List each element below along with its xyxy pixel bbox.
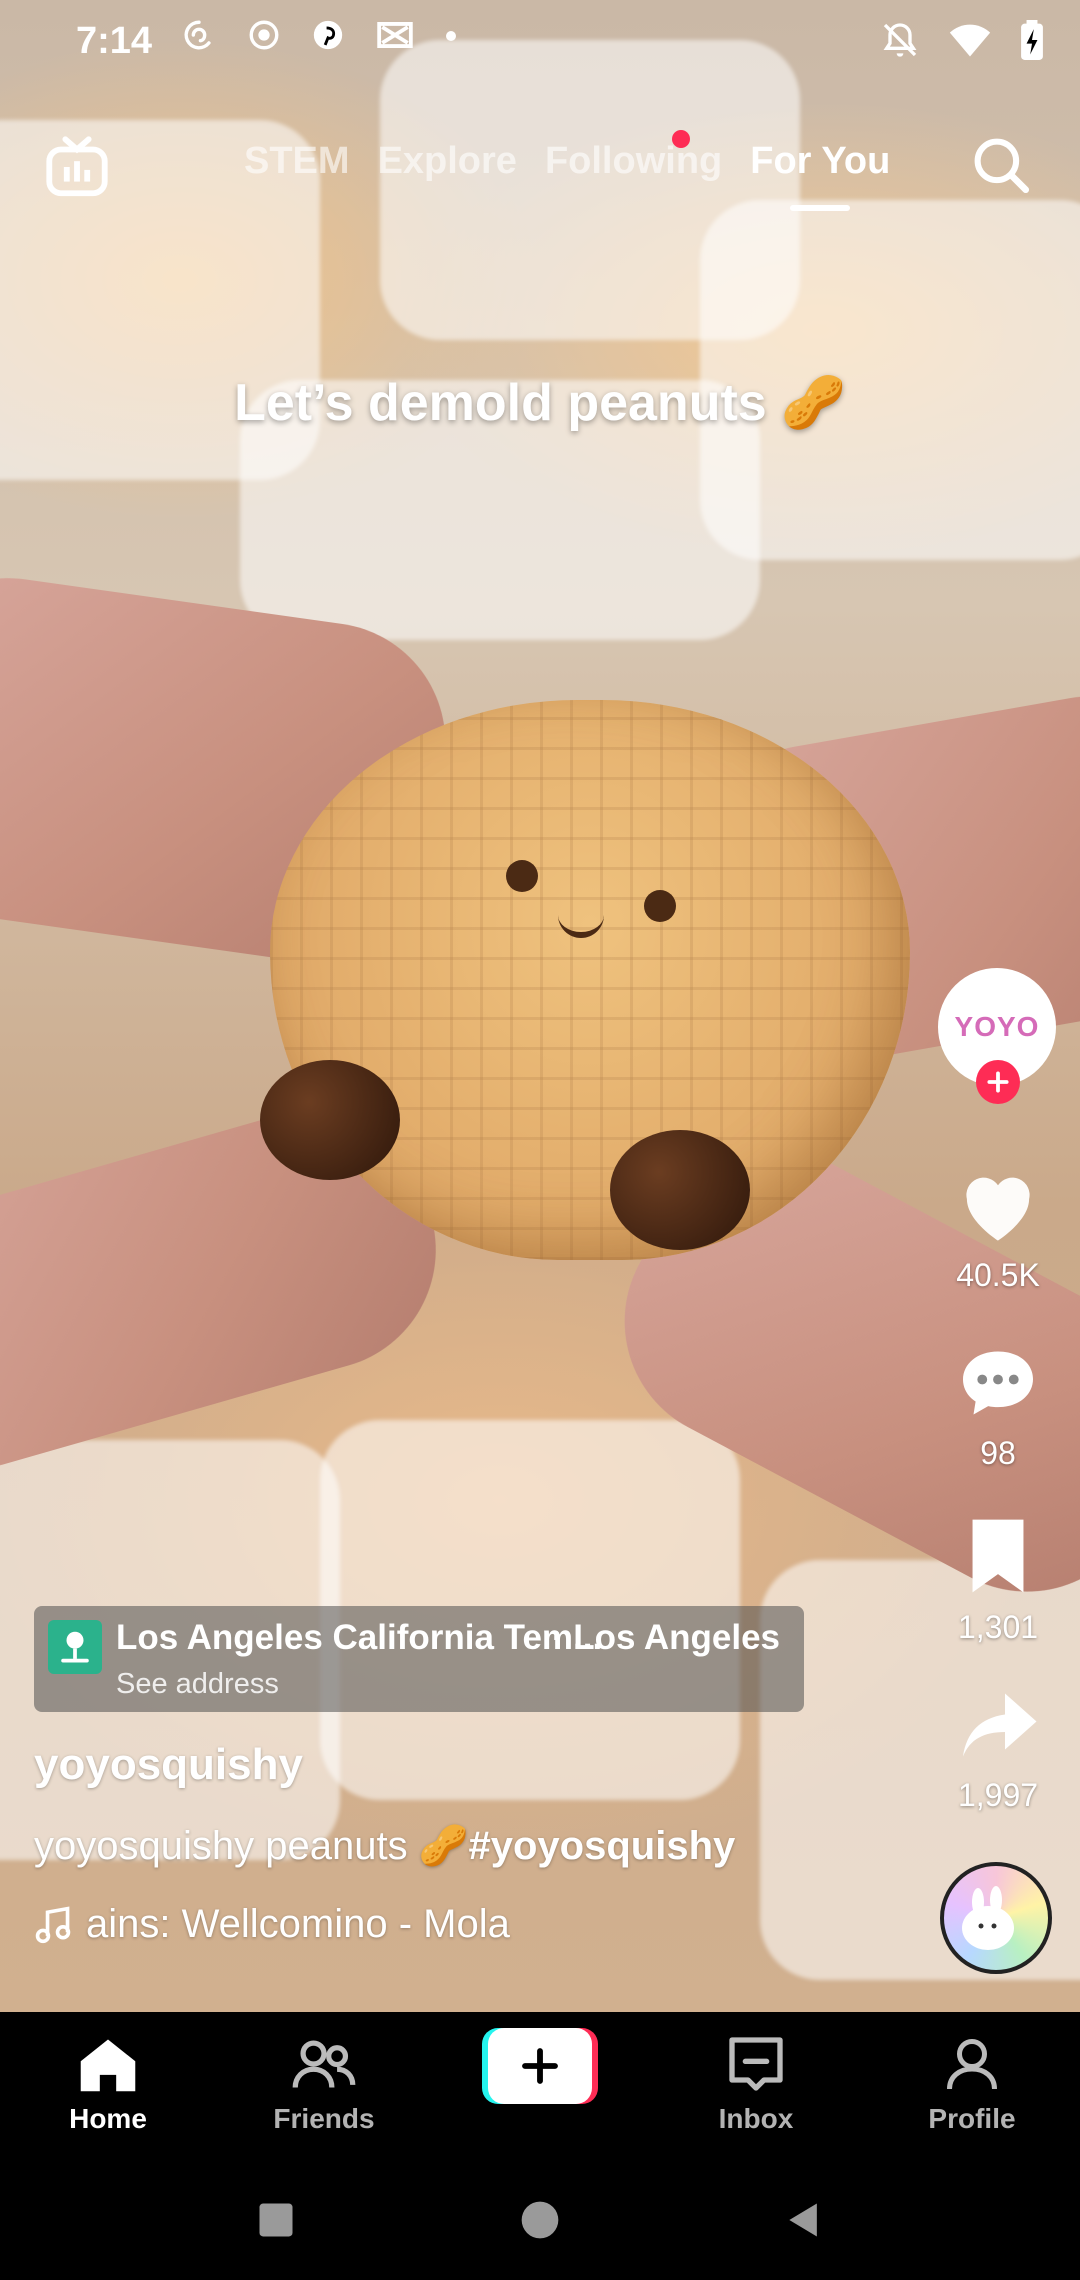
hashtag-link[interactable]: #yoyosquishy bbox=[469, 1824, 736, 1868]
do-not-disturb-icon bbox=[880, 20, 920, 65]
peanut-eye bbox=[506, 860, 538, 892]
share-button[interactable]: 1,997 bbox=[938, 1686, 1058, 1814]
threads-icon bbox=[182, 19, 247, 61]
nav-home[interactable]: Home bbox=[0, 2012, 216, 2135]
create-button[interactable] bbox=[482, 2028, 598, 2104]
create-button-face bbox=[488, 2028, 592, 2104]
record-icon bbox=[247, 19, 312, 61]
nav-profile[interactable]: Profile bbox=[864, 2012, 1080, 2135]
nav-friends[interactable]: Friends bbox=[216, 2012, 432, 2135]
recents-square-icon[interactable] bbox=[254, 2198, 298, 2242]
plus-icon bbox=[522, 2048, 558, 2084]
location-pin-icon bbox=[48, 1620, 102, 1674]
like-count: 40.5K bbox=[956, 1257, 1040, 1293]
music-disc[interactable] bbox=[940, 1862, 1052, 1974]
pinterest-icon bbox=[311, 19, 376, 61]
chocolate-piece bbox=[610, 1130, 750, 1250]
location-tag[interactable]: Los Angeles California Tem... · Los Ange… bbox=[34, 1606, 804, 1712]
location-city: · Los Angeles bbox=[551, 1618, 780, 1657]
bookmark-icon bbox=[972, 1519, 1024, 1593]
tab-following[interactable]: Following bbox=[545, 140, 722, 183]
search-button[interactable] bbox=[968, 132, 1038, 202]
back-triangle-icon[interactable] bbox=[782, 2198, 826, 2242]
status-time: 7:14 bbox=[76, 20, 153, 62]
post-description: yoyosquishy peanuts 🥜#yoyosquishy bbox=[34, 1822, 735, 1869]
top-nav: STEM Explore Following For You bbox=[0, 120, 1080, 240]
share-arrow-icon bbox=[963, 1693, 1037, 1757]
notification-icons bbox=[182, 18, 458, 62]
save-button[interactable]: 1,301 bbox=[938, 1516, 1058, 1646]
music-note-icon bbox=[35, 1905, 71, 1943]
battery-charging-icon bbox=[1020, 20, 1044, 65]
nav-home-label: Home bbox=[69, 2103, 147, 2134]
feed-tabs: STEM Explore Following For You bbox=[244, 140, 890, 211]
tab-stem[interactable]: STEM bbox=[244, 140, 350, 183]
search-icon bbox=[974, 138, 1030, 194]
bottom-nav: Home Friends Inbox Profile bbox=[0, 2012, 1080, 2160]
nav-profile-label: Profile bbox=[928, 2103, 1016, 2134]
wifi-icon bbox=[948, 20, 992, 65]
comment-button[interactable]: 98 bbox=[938, 1344, 1058, 1472]
plus-icon bbox=[987, 1071, 1009, 1093]
peanut-squishy bbox=[260, 700, 910, 1260]
music-title: ains: Wellcomino - Mola bbox=[86, 1902, 510, 1946]
system-icons bbox=[880, 20, 1044, 65]
bunny-avatar-icon bbox=[962, 1886, 1014, 1950]
friends-icon bbox=[292, 2040, 356, 2088]
share-count: 1,997 bbox=[957, 1777, 1039, 1813]
tab-explore[interactable]: Explore bbox=[378, 140, 517, 183]
following-notification-dot bbox=[672, 130, 690, 148]
nav-create[interactable] bbox=[432, 2012, 648, 2104]
chocolate-piece bbox=[260, 1060, 400, 1180]
creator-username[interactable]: yoyosquishy bbox=[34, 1740, 303, 1790]
home-circle-icon[interactable] bbox=[518, 2198, 562, 2242]
tab-for-you[interactable]: For You bbox=[750, 140, 890, 211]
description-text: yoyosquishy peanuts 🥜 bbox=[34, 1824, 469, 1868]
system-navigation-bar bbox=[0, 2160, 1080, 2280]
live-tv-icon bbox=[46, 136, 108, 197]
see-address-link[interactable]: See address bbox=[116, 1668, 279, 1701]
nav-inbox[interactable]: Inbox bbox=[648, 2012, 864, 2135]
peanut-smile bbox=[558, 910, 604, 938]
save-count: 1,301 bbox=[957, 1609, 1039, 1645]
avatar-logo: YOYO bbox=[954, 1011, 1040, 1042]
capcut-icon bbox=[376, 19, 445, 61]
dot-icon bbox=[444, 19, 458, 61]
comment-count: 98 bbox=[980, 1435, 1016, 1471]
live-tv-button[interactable] bbox=[42, 132, 112, 202]
home-icon bbox=[80, 2039, 136, 2092]
comment-icon bbox=[963, 1351, 1033, 1415]
status-bar: 7:14 bbox=[0, 0, 1080, 90]
music-ticker[interactable]: ains: Wellcomino - Mola bbox=[34, 1902, 554, 1947]
like-button[interactable]: 40.5K bbox=[938, 1168, 1058, 1294]
inbox-icon bbox=[729, 2037, 783, 2091]
location-name: Los Angeles California Tem... bbox=[116, 1618, 603, 1657]
video-caption: Let’s demold peanuts 🥜 bbox=[234, 374, 846, 432]
profile-icon bbox=[947, 2039, 997, 2090]
nav-friends-label: Friends bbox=[273, 2103, 375, 2134]
follow-button[interactable] bbox=[976, 1060, 1020, 1104]
heart-icon bbox=[966, 1177, 1030, 1241]
nav-inbox-label: Inbox bbox=[718, 2103, 794, 2134]
peanut-eye bbox=[644, 890, 676, 922]
